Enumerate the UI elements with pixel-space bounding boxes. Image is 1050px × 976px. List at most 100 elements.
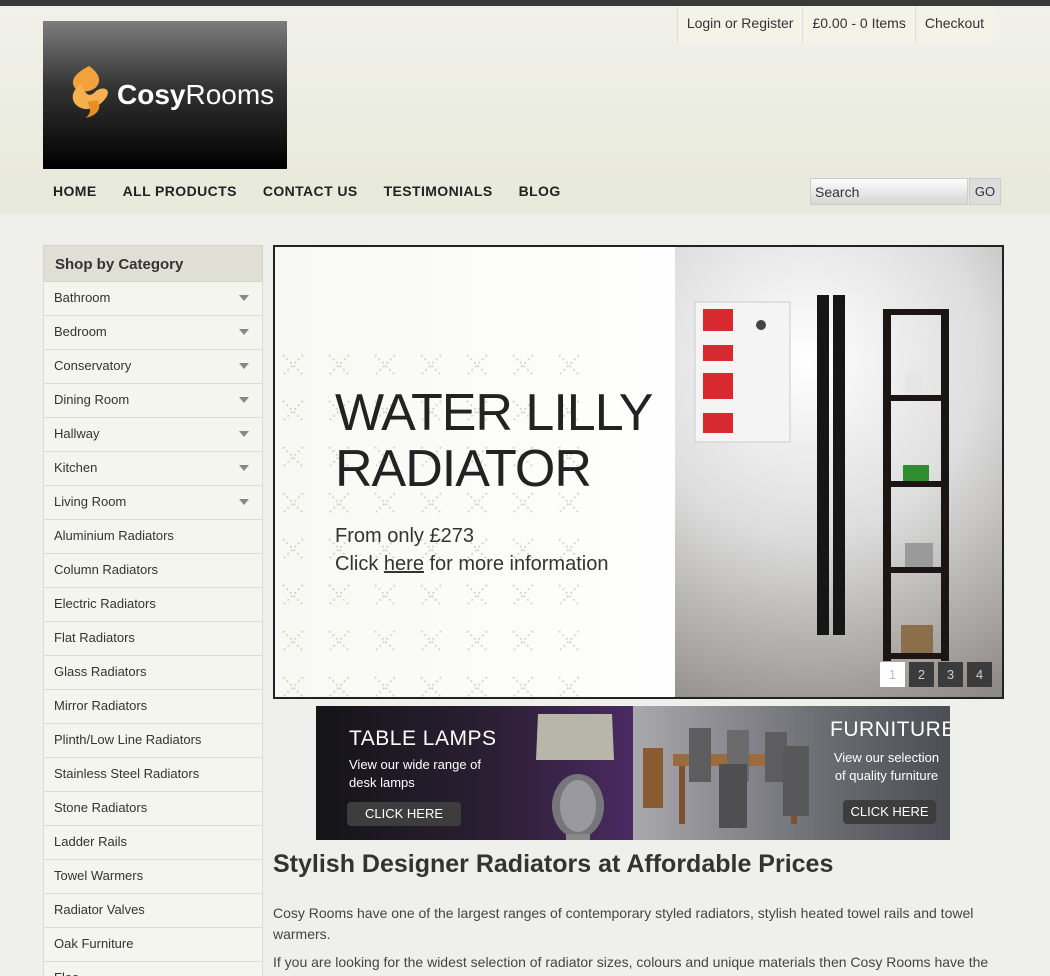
- sidebar-item-label: Hallway: [54, 426, 100, 441]
- furniture-banner[interactable]: FURNITURE View our selection of quality …: [633, 706, 950, 840]
- sidebar-item-label: Towel Warmers: [54, 868, 144, 883]
- sidebar-item-hallway[interactable]: Hallway: [43, 418, 263, 452]
- slider-pager: 1 2 3 4: [876, 662, 992, 687]
- sidebar-item-radiator-valves[interactable]: Radiator Valves: [43, 894, 263, 928]
- furniture-click-here-button[interactable]: CLICK HERE: [843, 800, 936, 824]
- slide-product-image: [675, 247, 1002, 697]
- slide-cta-suffix: for more information: [429, 553, 609, 575]
- slide-price: From only £273: [335, 525, 474, 547]
- sidebar-item-glass-radiators[interactable]: Glass Radiators: [43, 656, 263, 690]
- sidebar-item-label: Oak Furniture: [54, 936, 134, 951]
- sidebar-item-stainless-steel-radiators[interactable]: Stainless Steel Radiators: [43, 758, 263, 792]
- intro-paragraph-2: If you are looking for the widest select…: [273, 954, 989, 970]
- chevron-down-icon[interactable]: [239, 499, 249, 505]
- logo-text-bold: Cosy: [117, 79, 186, 110]
- table-lamps-banner[interactable]: TABLE LAMPS View our wide range of desk …: [316, 706, 633, 840]
- sidebar-item-label: Bathroom: [54, 290, 111, 305]
- logo-text-regular: Rooms: [185, 79, 275, 110]
- sidebar-item-aluminium-radiators[interactable]: Aluminium Radiators: [43, 520, 263, 554]
- sidebar-item-floo[interactable]: Floo: [43, 962, 263, 976]
- slide-cta: Click here for more information: [335, 550, 608, 578]
- sidebar-item-label: Column Radiators: [54, 562, 159, 577]
- sidebar-item-label: Aluminium Radiators: [54, 528, 174, 543]
- sidebar-item-label: Ladder Rails: [54, 834, 127, 849]
- main-content: Stylish Designer Radiators at Affordable…: [273, 850, 998, 976]
- sidebar-item-kitchen[interactable]: Kitchen: [43, 452, 263, 486]
- chevron-down-icon[interactable]: [239, 431, 249, 437]
- chevron-down-icon[interactable]: [239, 329, 249, 335]
- lamps-title: TABLE LAMPS: [349, 727, 497, 750]
- sidebar-item-bathroom[interactable]: Bathroom: [43, 282, 263, 316]
- sidebar-item-bedroom[interactable]: Bedroom: [43, 316, 263, 350]
- furniture-text-line1: View our selection: [833, 750, 940, 765]
- intro-paragraph-1: Cosy Rooms have one of the largest range…: [273, 905, 974, 942]
- sidebar-item-electric-radiators[interactable]: Electric Radiators: [43, 588, 263, 622]
- search-form: GO: [810, 178, 1001, 205]
- flame-logo-icon: [72, 66, 108, 118]
- sidebar-item-label: Dining Room: [54, 392, 130, 407]
- sidebar-item-label: Flat Radiators: [54, 630, 135, 645]
- sidebar-item-dining-room[interactable]: Dining Room: [43, 384, 263, 418]
- site-logo[interactable]: CosyRooms: [43, 21, 287, 169]
- chevron-down-icon[interactable]: [239, 295, 249, 301]
- slide-here-link[interactable]: here: [384, 553, 424, 575]
- nav-blog[interactable]: BLOG: [519, 183, 561, 199]
- sidebar-item-mirror-radiators[interactable]: Mirror Radiators: [43, 690, 263, 724]
- sidebar-item-plinth-low-line-radiators[interactable]: Plinth/Low Line Radiators: [43, 724, 263, 758]
- slide-cta-prefix: Click: [335, 553, 379, 575]
- chevron-down-icon[interactable]: [239, 465, 249, 471]
- logo-text: CosyRooms: [117, 79, 274, 111]
- sidebar-item-label: Stone Radiators: [54, 800, 148, 815]
- slide-page-1[interactable]: 1: [880, 662, 905, 687]
- sidebar-item-stone-radiators[interactable]: Stone Radiators: [43, 792, 263, 826]
- search-go-button[interactable]: GO: [969, 178, 1001, 205]
- lamps-text-line1: View our wide range of: [349, 757, 482, 772]
- furniture-text: View our selection of quality furniture: [829, 749, 944, 785]
- slide-page-3[interactable]: 3: [938, 662, 963, 687]
- sidebar-item-living-room[interactable]: Living Room: [43, 486, 263, 520]
- sidebar-title: Shop by Category: [43, 245, 263, 282]
- sidebar-item-label: Living Room: [54, 494, 127, 509]
- nav-testimonials[interactable]: TESTIMONIALS: [384, 183, 493, 199]
- category-sidebar: Shop by Category Bathroom Bedroom Conserva…: [43, 245, 263, 976]
- nav-all-products[interactable]: ALL PRODUCTS: [123, 183, 237, 199]
- sidebar-item-label: Mirror Radiators: [54, 698, 148, 713]
- chevron-down-icon[interactable]: [239, 397, 249, 403]
- slide-page-2[interactable]: 2: [909, 662, 934, 687]
- sidebar-item-label: Radiator Valves: [54, 902, 145, 917]
- slide-page-4[interactable]: 4: [967, 662, 992, 687]
- furniture-title: FURNITURE: [830, 718, 950, 741]
- checkout-link[interactable]: Checkout: [914, 6, 993, 43]
- sidebar-item-label: Glass Radiators: [54, 664, 147, 679]
- sidebar-item-flat-radiators[interactable]: Flat Radiators: [43, 622, 263, 656]
- lamps-text: View our wide range of desk lamps: [349, 756, 481, 792]
- slide-title-line1: WATER LILLY: [335, 384, 653, 442]
- sidebar-item-label: Conservatory: [54, 358, 132, 373]
- main-nav: HOME ALL PRODUCTS CONTACT US TESTIMONIAL…: [53, 183, 587, 199]
- sidebar-item-label: Kitchen: [54, 460, 98, 475]
- nav-home[interactable]: HOME: [53, 183, 97, 199]
- sidebar-item-label: Electric Radiators: [54, 596, 156, 611]
- sidebar-item-oak-furniture[interactable]: Oak Furniture: [43, 928, 263, 962]
- slide-title: WATER LILLY RADIATOR: [335, 384, 653, 498]
- category-list: Bathroom Bedroom Conservatory Dining Room Ha…: [43, 282, 263, 976]
- slide-subtitle: From only £273 Click here for more infor…: [335, 522, 608, 578]
- hero-slider[interactable]: WATER LILLY RADIATOR From only £273 Clic…: [273, 245, 1004, 699]
- chevron-down-icon[interactable]: [239, 363, 249, 369]
- sidebar-item-towel-warmers[interactable]: Towel Warmers: [43, 860, 263, 894]
- cart-link[interactable]: £0.00 - 0 Items: [802, 6, 915, 43]
- lamps-text-line2: desk lamps: [349, 775, 415, 790]
- nav-contact-us[interactable]: CONTACT US: [263, 183, 358, 199]
- lamps-click-here-button[interactable]: CLICK HERE: [347, 802, 461, 826]
- slide-title-line2: RADIATOR: [335, 440, 592, 498]
- sidebar-item-ladder-rails[interactable]: Ladder Rails: [43, 826, 263, 860]
- furniture-text-line2: of quality furniture: [834, 768, 939, 783]
- sidebar-item-conservatory[interactable]: Conservatory: [43, 350, 263, 384]
- sidebar-item-label: Floo: [54, 970, 79, 976]
- search-input[interactable]: [810, 178, 968, 205]
- sidebar-item-column-radiators[interactable]: Column Radiators: [43, 554, 263, 588]
- sidebar-item-label: Stainless Steel Radiators: [54, 766, 200, 781]
- sidebar-item-label: Plinth/Low Line Radiators: [54, 732, 202, 747]
- login-register-link[interactable]: Login or Register: [676, 6, 803, 43]
- page-heading: Stylish Designer Radiators at Affordable…: [273, 850, 834, 878]
